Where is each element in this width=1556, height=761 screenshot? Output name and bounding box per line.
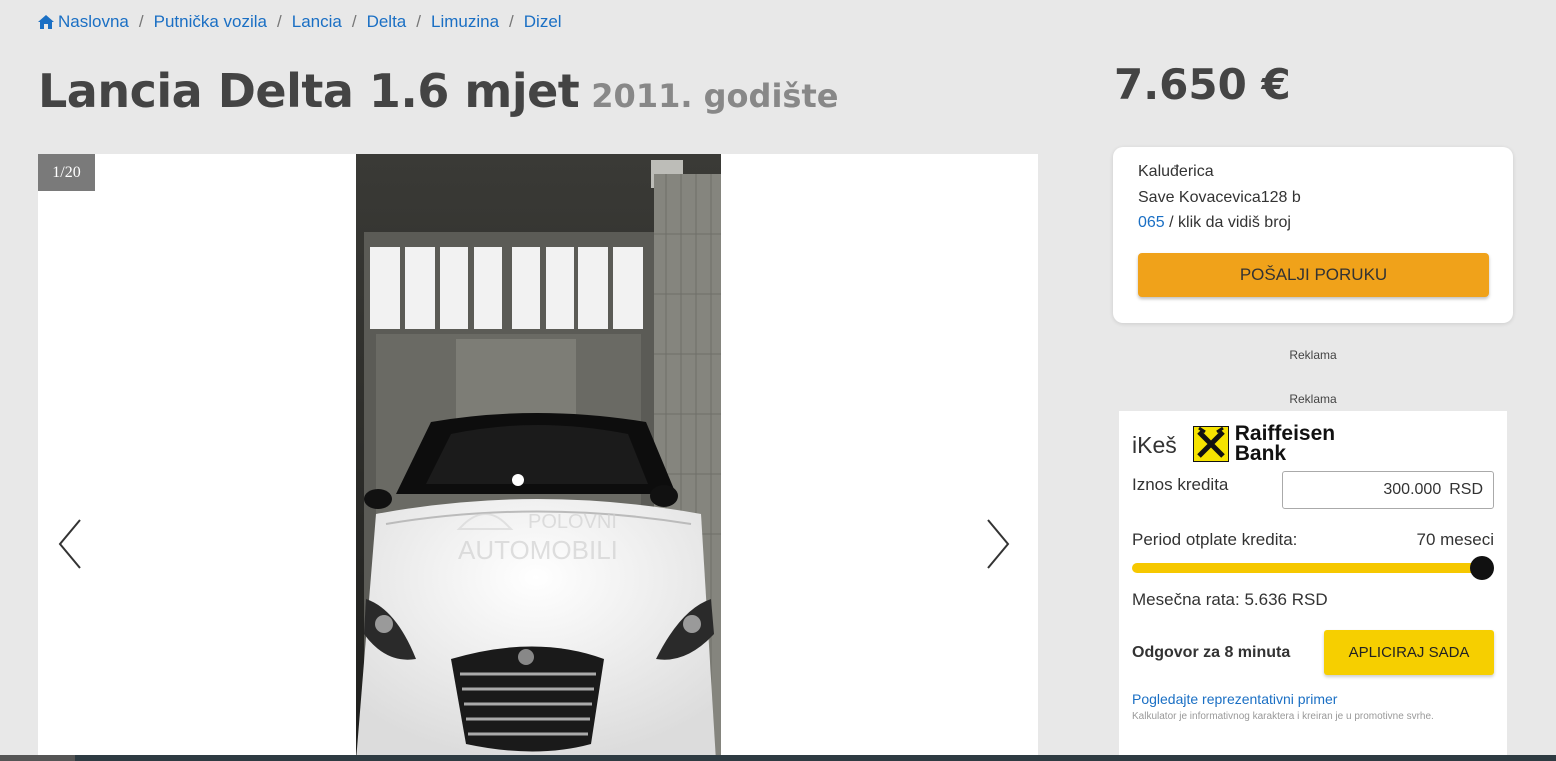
apply-row: Odgovor za 8 minuta APLICIRAJ SADA: [1132, 630, 1494, 675]
previous-photo-button[interactable]: [58, 518, 86, 570]
bank-name: Raiffeisen Bank: [1234, 422, 1336, 465]
bottom-bar: [0, 755, 1556, 761]
photo-counter: 1/20: [38, 154, 95, 191]
breadcrumb-category[interactable]: Putnička vozila: [154, 12, 267, 32]
chevron-left-icon: [58, 519, 81, 569]
breadcrumb-separator: /: [138, 12, 144, 31]
seller-location: Kaluđerica: [1138, 163, 1214, 180]
breadcrumb-separator: /: [416, 12, 421, 31]
breadcrumb-model[interactable]: Delta: [367, 12, 407, 32]
loan-amount-label: Iznos kredita: [1132, 475, 1229, 494]
loan-product-name: iKeš: [1132, 431, 1177, 458]
ad-label: Reklama: [1289, 392, 1337, 406]
phone-prefix[interactable]: 065: [1138, 214, 1165, 231]
loan-amount-unit: RSD: [1449, 481, 1483, 498]
loan-calculator: iKeš Raiffeisen Bank Iznos kredita 300.0…: [1119, 411, 1507, 761]
slider-track: [1132, 563, 1482, 573]
page-title: Lancia Delta 1.6 mjet: [38, 64, 580, 118]
breadcrumb-home[interactable]: Naslovna: [58, 12, 129, 32]
loan-amount-row: Iznos kredita 300.000 RSD: [1132, 471, 1494, 509]
loan-period-slider[interactable]: [1132, 556, 1494, 580]
price: 7.650 €: [1114, 60, 1291, 109]
monthly-rate: Mesečna rata: 5.636 RSD: [1132, 590, 1328, 609]
calculator-disclaimer: Kalkulator je informativnog karaktera i …: [1132, 711, 1434, 722]
slider-handle[interactable]: [1470, 556, 1494, 580]
next-photo-button[interactable]: [982, 518, 1010, 570]
breadcrumb-separator: /: [277, 12, 282, 31]
loan-period-label: Period otplate kredita:: [1132, 530, 1298, 549]
seller-contact-card: Kaluđerica Save Kovacevica128 b 065 / kl…: [1113, 147, 1513, 323]
watermark-line2: AUTOMOBILI: [458, 535, 618, 565]
raiffeisen-logo-icon: [1192, 426, 1229, 462]
listing-heading: Lancia Delta 1.6 mjet 2011. godište: [38, 64, 838, 118]
response-time-text: Odgovor za 8 minuta: [1132, 643, 1291, 661]
breadcrumb-separator: /: [351, 12, 357, 31]
photo-gallery[interactable]: 1/20 POLOVNI AUTOMOBILI: [38, 154, 1038, 761]
phone-reveal-hint[interactable]: / klik da vidiš broj: [1169, 214, 1291, 231]
loan-period-value: 70 meseci: [1416, 530, 1494, 549]
breadcrumb-make[interactable]: Lancia: [292, 12, 342, 32]
breadcrumb: Naslovna / Putnička vozila / Lancia / De…: [38, 12, 562, 32]
apply-now-button[interactable]: APLICIRAJ SADA: [1324, 630, 1494, 675]
representative-example-link[interactable]: Pogledajte reprezentativni primer: [1132, 691, 1494, 707]
loan-amount-input[interactable]: 300.000 RSD: [1282, 471, 1494, 509]
breadcrumb-body-type[interactable]: Limuzina: [431, 12, 499, 32]
send-message-button[interactable]: POŠALJI PORUKU: [1138, 253, 1489, 297]
bank-name-line2: Bank: [1234, 442, 1287, 465]
watermark-line1: POLOVNI: [528, 511, 617, 533]
loan-amount-value: 300.000: [1383, 481, 1442, 498]
breadcrumb-fuel[interactable]: Dizel: [524, 12, 562, 32]
year-suffix: godište: [703, 77, 839, 115]
car-photo[interactable]: POLOVNI AUTOMOBILI: [356, 154, 721, 761]
year-value: 2011.: [591, 77, 693, 115]
ad-label: Reklama: [1289, 348, 1337, 362]
seller-phone[interactable]: 065 / klik da vidiš broj: [1138, 210, 1488, 236]
bottom-bar-segment: [0, 755, 75, 761]
monthly-rate-row: Mesečna rata: 5.636 RSD: [1132, 590, 1494, 610]
chevron-right-icon: [987, 519, 1010, 569]
breadcrumb-separator: /: [509, 12, 514, 31]
car-photo-image: POLOVNI AUTOMOBILI: [356, 154, 721, 761]
bank-name-line1: Raiffeisen: [1234, 422, 1336, 445]
year-label: 2011. godište: [591, 77, 838, 115]
loan-brand-row: iKeš Raiffeisen Bank: [1132, 422, 1494, 465]
home-icon: [38, 15, 54, 29]
loan-period-row: Period otplate kredita: 70 meseci: [1132, 530, 1494, 550]
seller-address: Save Kovacevica128 b: [1138, 188, 1301, 206]
